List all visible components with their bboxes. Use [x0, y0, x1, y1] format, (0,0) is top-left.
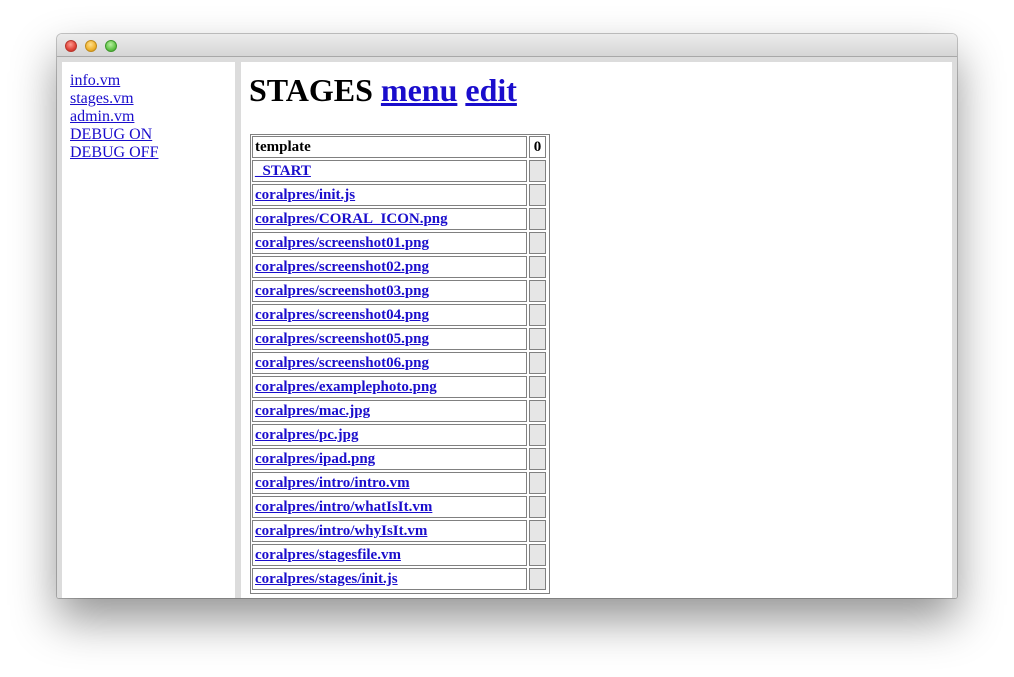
column-header-template: template [252, 136, 527, 158]
browser-window: info.vm stages.vm admin.vm DEBUG ON DEBU… [57, 34, 957, 598]
stage-toggle-cell[interactable] [529, 496, 546, 518]
template-cell: coralpres/stagesfile.vm [252, 544, 527, 566]
template-link[interactable]: coralpres/stages/init.js [255, 571, 398, 587]
table-row: coralpres/examplephoto.png [252, 376, 548, 398]
stage-toggle-cell[interactable] [529, 160, 546, 182]
table-row: coralpres/stagesfile.vm [252, 544, 548, 566]
template-link[interactable]: coralpres/screenshot06.png [255, 355, 429, 371]
stage-toggle-cell[interactable] [529, 544, 546, 566]
table-row: coralpres/pc.jpg [252, 424, 548, 446]
close-button[interactable] [65, 40, 77, 52]
template-link[interactable]: coralpres/screenshot03.png [255, 283, 429, 299]
template-cell: coralpres/pc.jpg [252, 424, 527, 446]
template-cell: coralpres/CORAL_ICON.png [252, 208, 527, 230]
template-link[interactable]: coralpres/CORAL_ICON.png [255, 211, 448, 227]
table-row: coralpres/screenshot01.png [252, 232, 548, 254]
table-header-row: template 0 [252, 136, 548, 158]
template-link[interactable]: coralpres/intro/whyIsIt.vm [255, 523, 427, 539]
sidebar-link-stages[interactable]: stages.vm [70, 90, 134, 108]
template-link[interactable]: coralpres/screenshot02.png [255, 259, 429, 275]
table-row: coralpres/ipad.png [252, 448, 548, 470]
stage-toggle-cell[interactable] [529, 376, 546, 398]
sidebar-link-debug-on[interactable]: DEBUG ON [70, 126, 152, 144]
stage-toggle-cell[interactable] [529, 280, 546, 302]
template-link[interactable]: coralpres/screenshot04.png [255, 307, 429, 323]
sidebar-link-debug-off[interactable]: DEBUG OFF [70, 144, 158, 162]
sidebar-frame: info.vm stages.vm admin.vm DEBUG ON DEBU… [62, 62, 235, 598]
template-cell: coralpres/screenshot02.png [252, 256, 527, 278]
template-cell: coralpres/examplephoto.png [252, 376, 527, 398]
template-cell: coralpres/screenshot01.png [252, 232, 527, 254]
template-cell: coralpres/screenshot04.png [252, 304, 527, 326]
menu-link[interactable]: menu [381, 72, 457, 108]
template-cell: coralpres/intro/whatIsIt.vm [252, 496, 527, 518]
table-row: coralpres/screenshot02.png [252, 256, 548, 278]
stage-toggle-cell[interactable] [529, 328, 546, 350]
table-row: coralpres/stages/init.js [252, 568, 548, 590]
stages-table: template 0 _START coralpres/init.js coralp… [250, 134, 550, 594]
minimize-button[interactable] [85, 40, 97, 52]
edit-link[interactable]: edit [465, 72, 517, 108]
zoom-button[interactable] [105, 40, 117, 52]
template-cell: coralpres/screenshot06.png [252, 352, 527, 374]
template-cell: coralpres/intro/intro.vm [252, 472, 527, 494]
page-title-text: STAGES [249, 72, 373, 108]
template-cell: coralpres/init.js [252, 184, 527, 206]
table-row: coralpres/screenshot04.png [252, 304, 548, 326]
template-cell: coralpres/screenshot03.png [252, 280, 527, 302]
table-row: coralpres/screenshot05.png [252, 328, 548, 350]
stage-toggle-cell[interactable] [529, 352, 546, 374]
template-cell: coralpres/mac.jpg [252, 400, 527, 422]
stage-toggle-cell[interactable] [529, 424, 546, 446]
main-frame: STAGES menu edit template 0 _STARTcoralp… [241, 62, 952, 598]
table-row: coralpres/screenshot06.png [252, 352, 548, 374]
column-header-count: 0 [529, 136, 546, 158]
frameset: info.vm stages.vm admin.vm DEBUG ON DEBU… [57, 57, 957, 598]
table-row: _START [252, 160, 548, 182]
template-cell: coralpres/intro/whyIsIt.vm [252, 520, 527, 542]
template-cell: coralpres/stages/init.js [252, 568, 527, 590]
template-link[interactable]: coralpres/intro/intro.vm [255, 475, 410, 491]
stage-toggle-cell[interactable] [529, 184, 546, 206]
template-link[interactable]: coralpres/examplephoto.png [255, 379, 437, 395]
template-link[interactable]: coralpres/stagesfile.vm [255, 547, 401, 563]
stage-toggle-cell[interactable] [529, 232, 546, 254]
template-cell: coralpres/screenshot05.png [252, 328, 527, 350]
table-row: coralpres/intro/intro.vm [252, 472, 548, 494]
table-row: coralpres/mac.jpg [252, 400, 548, 422]
template-link[interactable]: coralpres/init.js [255, 187, 355, 203]
title-bar[interactable] [57, 34, 957, 57]
template-link[interactable]: coralpres/ipad.png [255, 451, 375, 467]
template-cell: coralpres/ipad.png [252, 448, 527, 470]
template-link[interactable]: coralpres/screenshot01.png [255, 235, 429, 251]
table-row: coralpres/intro/whyIsIt.vm [252, 520, 548, 542]
stage-toggle-cell[interactable] [529, 256, 546, 278]
stage-toggle-cell[interactable] [529, 400, 546, 422]
table-row: coralpres/init.js [252, 184, 548, 206]
stage-toggle-cell[interactable] [529, 448, 546, 470]
table-row: coralpres/CORAL_ICON.png [252, 208, 548, 230]
template-cell: _START [252, 160, 527, 182]
sidebar-link-info[interactable]: info.vm [70, 72, 120, 90]
template-link[interactable]: coralpres/pc.jpg [255, 427, 358, 443]
template-link[interactable]: coralpres/intro/whatIsIt.vm [255, 499, 432, 515]
template-link[interactable]: _START [255, 163, 311, 179]
table-row: coralpres/screenshot03.png [252, 280, 548, 302]
template-link[interactable]: coralpres/mac.jpg [255, 403, 370, 419]
stage-toggle-cell[interactable] [529, 472, 546, 494]
stage-toggle-cell[interactable] [529, 568, 546, 590]
page-title: STAGES menu edit [249, 71, 517, 109]
stage-toggle-cell[interactable] [529, 520, 546, 542]
stage-toggle-cell[interactable] [529, 208, 546, 230]
template-link[interactable]: coralpres/screenshot05.png [255, 331, 429, 347]
table-row: coralpres/intro/whatIsIt.vm [252, 496, 548, 518]
stage-toggle-cell[interactable] [529, 304, 546, 326]
sidebar-link-admin[interactable]: admin.vm [70, 108, 134, 126]
